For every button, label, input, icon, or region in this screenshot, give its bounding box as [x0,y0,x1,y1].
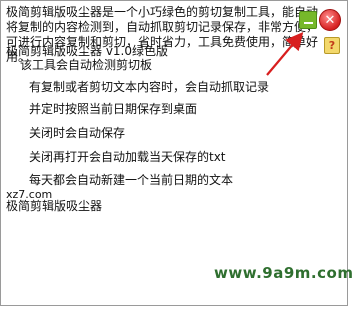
help-icon: ? [328,39,336,52]
minimize-icon [303,22,313,24]
feature-item: 关闭再打开会自动加载当天保存的txt [29,150,226,164]
feature-item: 关闭时会自动保存 [29,126,126,140]
app-window: 极简剪辑版吸尘器是一个小巧绿色的剪切复制工具，能自动将复制的内容检测到，自动抓取… [0,0,348,306]
pointer-arrow-icon [266,31,304,76]
close-icon: ✕ [324,12,336,28]
feature-item: 并定时按照当前日期保存到桌面 [29,102,198,116]
feature-item: 有复制或者剪切文本内容时，会自动抓取记录 [29,80,270,94]
app-subtitle: 该工具会自动检测剪切板 [20,58,153,72]
site-watermark: www.9a9m.com [214,264,352,282]
close-button[interactable]: ✕ [319,9,341,31]
help-button[interactable]: ? [324,37,340,54]
app-name-label: 极简剪辑版吸尘器 [6,199,103,213]
feature-item: 每天都会自动新建一个当前日期的文本 [29,173,234,187]
app-title-line: 极简剪辑版吸尘器 v1.0绿色版 [6,44,169,58]
